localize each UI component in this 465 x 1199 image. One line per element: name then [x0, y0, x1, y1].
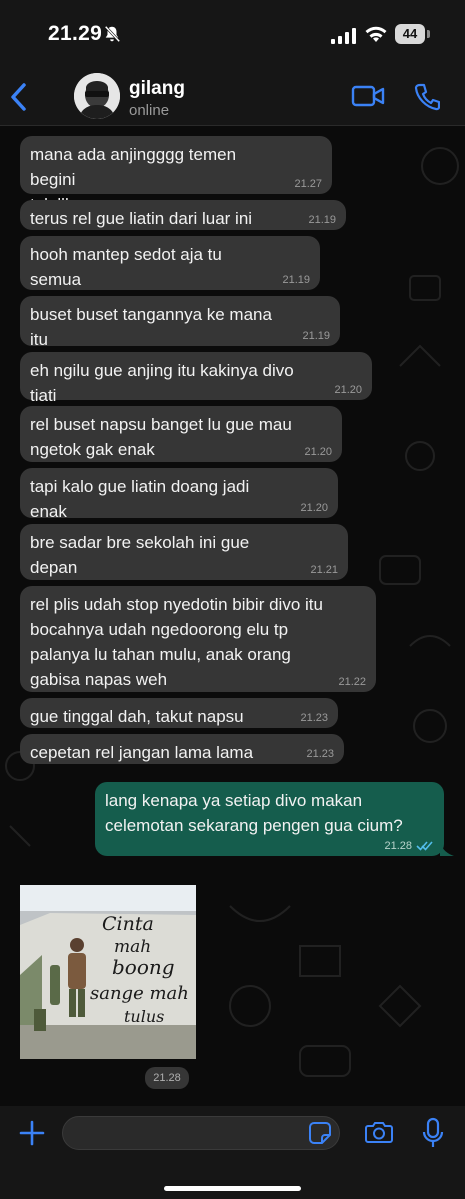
handwriting-line: sange mah	[90, 983, 189, 1004]
message-bubble-outgoing[interactable]: lang kenapa ya setiap divo makan celemot…	[95, 782, 444, 856]
phone-icon[interactable]	[414, 83, 440, 111]
chat-header: gilang online	[0, 62, 465, 126]
status-time: 21.29	[48, 22, 103, 45]
message-time: 21.23	[300, 712, 328, 724]
wifi-icon	[365, 26, 387, 42]
message-bubble-incoming[interactable]: terus rel gue liatin dari luar ini 21.19	[20, 200, 346, 230]
double-check-icon	[416, 841, 433, 851]
message-text: eh ngilu gue anjing itu kakinya divo tia…	[30, 361, 294, 405]
message-time: 21.20	[304, 446, 332, 458]
message-time: 21.19	[308, 214, 336, 226]
message-time: 21.19	[302, 330, 330, 342]
plus-icon[interactable]	[19, 1120, 45, 1146]
contact-avatar[interactable]	[74, 73, 120, 119]
sticker-icon[interactable]	[308, 1121, 332, 1145]
message-time: 21.28	[384, 840, 412, 852]
message-text: terus rel gue liatin dari luar ini	[30, 209, 253, 228]
message-bubble-incoming[interactable]: rel plis udah stop nyedotin bibir divo i…	[20, 586, 376, 692]
message-text: tapi kalo gue liatin doang jadi enak	[30, 477, 250, 521]
image-handwriting: Cinta mah boong sange mah tulus	[20, 885, 196, 1059]
message-time: 21.21	[310, 564, 338, 576]
compose-bar	[0, 1106, 465, 1199]
contact-status: online	[129, 102, 170, 119]
chat-area[interactable]: mana ada anjingggg temen begini tololll …	[0, 126, 465, 1106]
handwriting-line: Cinta	[102, 913, 154, 935]
message-bubble-incoming[interactable]: rel buset napsu banget lu gue mau ngetok…	[20, 406, 342, 462]
bell-slash-icon	[104, 25, 121, 43]
message-text: buset buset tangannya ke mana itu	[30, 305, 272, 349]
message-bubble-incoming[interactable]: cepetan rel jangan lama lama 21.23	[20, 734, 344, 764]
message-text: rel plis udah stop nyedotin bibir divo i…	[30, 595, 323, 689]
message-bubble-incoming[interactable]: hooh mantep sedot aja tu semua bibirnya …	[20, 236, 320, 314]
handwriting-line: mah	[114, 937, 152, 957]
status-bar: 21.29 44	[0, 0, 465, 62]
message-time: 21.23	[306, 748, 334, 760]
message-time: 21.20	[334, 384, 362, 396]
handwriting-line: boong	[112, 955, 175, 979]
message-bubble-incoming[interactable]: mana ada anjingggg temen begini tololll …	[20, 136, 332, 214]
message-bubble-incoming[interactable]: buset buset tangannya ke mana itu 21.19	[20, 296, 340, 349]
message-time: 21.19	[282, 274, 310, 286]
mic-icon[interactable]	[422, 1117, 444, 1149]
signal-icon	[331, 28, 356, 44]
message-time: 21.22	[338, 676, 366, 688]
handwriting-line: tulus	[124, 1007, 165, 1026]
message-bubble-incoming[interactable]: bre sadar bre sekolah ini gue depan mobi…	[20, 524, 348, 602]
message-bubble-incoming[interactable]: gue tinggal dah, takut napsu 21.23	[20, 698, 338, 728]
message-time: 21.20	[300, 502, 328, 514]
battery-tip	[427, 30, 430, 38]
contact-name[interactable]: gilang	[129, 78, 185, 100]
message-bubble-incoming[interactable]: tapi kalo gue liatin doang jadi enak 21.…	[20, 468, 338, 521]
message-bubble-incoming[interactable]: eh ngilu gue anjing itu kakinya divo tia…	[20, 352, 372, 405]
battery-indicator: 44	[395, 24, 425, 44]
message-text: gue tinggal dah, takut napsu	[30, 707, 244, 726]
message-text: rel buset napsu banget lu gue mau ngetok…	[30, 415, 292, 459]
message-text: lang kenapa ya setiap divo makan celemot…	[105, 791, 403, 835]
message-input[interactable]	[62, 1116, 340, 1150]
message-time: 21.27	[294, 178, 322, 190]
message-text: cepetan rel jangan lama lama	[30, 743, 254, 762]
back-chevron-icon[interactable]	[8, 82, 30, 112]
camera-icon[interactable]	[365, 1120, 393, 1144]
bubble-tail	[440, 842, 454, 856]
home-indicator	[164, 1186, 301, 1191]
image-message[interactable]: Cinta mah boong sange mah tulus	[20, 885, 196, 1059]
image-message-time: 21.28	[145, 1067, 189, 1089]
avatar-photo	[74, 73, 120, 119]
video-call-icon[interactable]	[351, 84, 385, 108]
